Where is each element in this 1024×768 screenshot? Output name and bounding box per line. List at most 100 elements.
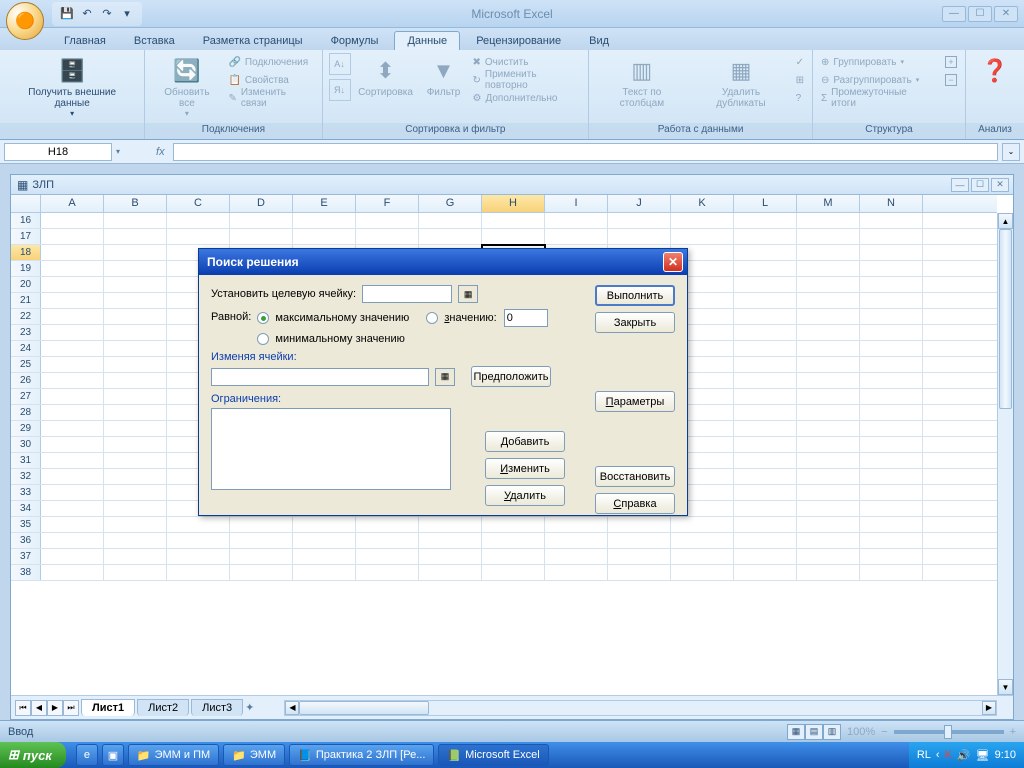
cell[interactable] xyxy=(545,213,608,228)
cell[interactable] xyxy=(41,229,104,244)
cell[interactable] xyxy=(356,229,419,244)
cell[interactable] xyxy=(797,469,860,484)
column-header[interactable]: L xyxy=(734,195,797,212)
cell[interactable] xyxy=(797,261,860,276)
quicklaunch-ie[interactable]: e xyxy=(76,744,98,766)
cell[interactable] xyxy=(419,213,482,228)
get-external-data-button[interactable]: 🗄️ Получить внешние данные ▾ xyxy=(6,53,138,120)
cell[interactable] xyxy=(860,453,923,468)
cell[interactable] xyxy=(860,549,923,564)
cell[interactable] xyxy=(482,565,545,580)
cell[interactable] xyxy=(608,565,671,580)
cell[interactable] xyxy=(104,517,167,532)
cell[interactable] xyxy=(230,213,293,228)
value-input[interactable] xyxy=(504,309,548,327)
row-header[interactable]: 31 xyxy=(11,453,41,468)
whatif-button[interactable]: ? xyxy=(794,89,806,107)
wb-close[interactable]: ✕ xyxy=(991,178,1009,192)
cell[interactable] xyxy=(860,485,923,500)
cell[interactable] xyxy=(104,261,167,276)
cell[interactable] xyxy=(419,533,482,548)
scroll-up-icon[interactable]: ▲ xyxy=(998,213,1013,229)
remove-duplicates-button[interactable]: ▦ Удалить дубликаты xyxy=(692,53,789,111)
scroll-right-icon[interactable]: ▶ xyxy=(982,701,996,715)
cell[interactable] xyxy=(860,405,923,420)
subtotal-button[interactable]: ΣПромежуточные итоги xyxy=(819,89,935,107)
row-header[interactable]: 33 xyxy=(11,485,41,500)
cell[interactable] xyxy=(734,469,797,484)
cell[interactable] xyxy=(860,341,923,356)
cell[interactable] xyxy=(734,309,797,324)
cell[interactable] xyxy=(608,517,671,532)
tray-expand-icon[interactable]: ‹ xyxy=(936,749,940,761)
cell[interactable] xyxy=(356,213,419,228)
cell[interactable] xyxy=(230,565,293,580)
wb-maximize[interactable]: ☐ xyxy=(971,178,989,192)
prev-sheet-icon[interactable]: ◀ xyxy=(31,700,47,716)
cell[interactable] xyxy=(671,549,734,564)
sheet-tab[interactable]: Лист1 xyxy=(81,699,135,716)
cell[interactable] xyxy=(734,261,797,276)
select-all-corner[interactable] xyxy=(11,195,41,212)
cell[interactable] xyxy=(41,309,104,324)
cell[interactable] xyxy=(104,245,167,260)
cell[interactable] xyxy=(104,437,167,452)
cell[interactable] xyxy=(671,517,734,532)
cell[interactable] xyxy=(104,325,167,340)
column-header[interactable]: C xyxy=(167,195,230,212)
cell[interactable] xyxy=(356,533,419,548)
constraints-list[interactable] xyxy=(211,408,451,490)
radio-max[interactable] xyxy=(257,312,269,324)
cell[interactable] xyxy=(356,517,419,532)
help-button[interactable]: Справка xyxy=(595,493,675,514)
cell[interactable] xyxy=(734,501,797,516)
taskbar-item-active[interactable]: 📗Microsoft Excel xyxy=(438,744,548,766)
cell[interactable] xyxy=(797,277,860,292)
cell[interactable] xyxy=(860,229,923,244)
cell[interactable] xyxy=(860,261,923,276)
quicklaunch-desktop[interactable]: ▣ xyxy=(102,744,124,766)
row-header[interactable]: 23 xyxy=(11,325,41,340)
analysis-button[interactable]: ❓ xyxy=(972,53,1018,89)
cell[interactable] xyxy=(104,501,167,516)
cell[interactable] xyxy=(104,533,167,548)
options-button[interactable]: Параметры xyxy=(595,391,675,412)
cell[interactable] xyxy=(545,565,608,580)
row-header[interactable]: 24 xyxy=(11,341,41,356)
cell[interactable] xyxy=(860,533,923,548)
horizontal-scrollbar[interactable]: ◀ ▶ xyxy=(284,700,997,716)
row-header[interactable]: 34 xyxy=(11,501,41,516)
cell[interactable] xyxy=(671,533,734,548)
hscroll-thumb[interactable] xyxy=(299,701,429,715)
cell[interactable] xyxy=(797,373,860,388)
cell[interactable] xyxy=(797,405,860,420)
cell[interactable] xyxy=(41,533,104,548)
cell[interactable] xyxy=(41,469,104,484)
row-header[interactable]: 19 xyxy=(11,261,41,276)
cell[interactable] xyxy=(797,549,860,564)
show-detail-button[interactable]: + xyxy=(943,53,959,71)
cell[interactable] xyxy=(734,213,797,228)
row-header[interactable]: 26 xyxy=(11,373,41,388)
cell[interactable] xyxy=(734,341,797,356)
row-header[interactable]: 25 xyxy=(11,357,41,372)
zoom-thumb[interactable] xyxy=(944,725,952,739)
fx-icon[interactable]: fx xyxy=(156,146,165,158)
cell[interactable] xyxy=(41,213,104,228)
cell[interactable] xyxy=(860,373,923,388)
cell[interactable] xyxy=(734,389,797,404)
row-header[interactable]: 36 xyxy=(11,533,41,548)
name-box[interactable] xyxy=(4,143,112,161)
cell[interactable] xyxy=(734,245,797,260)
taskbar-item[interactable]: 📘Практика 2 ЗЛП [Ре... xyxy=(289,744,434,766)
cell[interactable] xyxy=(482,229,545,244)
cell[interactable] xyxy=(230,533,293,548)
hide-detail-button[interactable]: − xyxy=(943,71,959,89)
column-header[interactable]: N xyxy=(860,195,923,212)
first-sheet-icon[interactable]: ⏮ xyxy=(15,700,31,716)
radio-value[interactable] xyxy=(426,312,438,324)
column-header[interactable]: J xyxy=(608,195,671,212)
cell[interactable] xyxy=(230,229,293,244)
tray-lang[interactable]: RL xyxy=(917,749,931,761)
row-header[interactable]: 22 xyxy=(11,309,41,324)
